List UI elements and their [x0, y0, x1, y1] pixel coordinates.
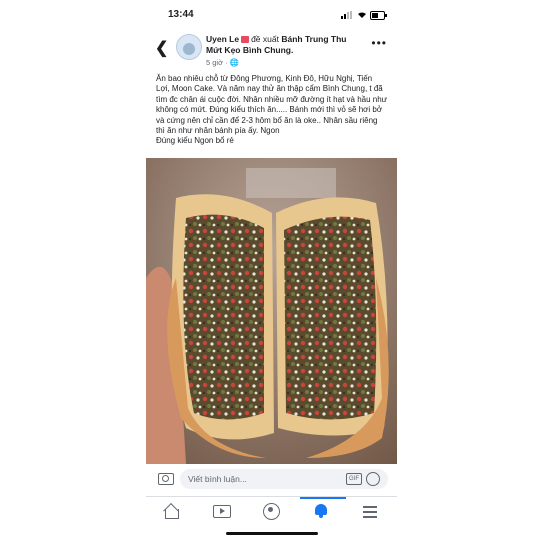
- recommend-action: đề xuất: [251, 34, 279, 44]
- gif-icon[interactable]: GIF: [346, 473, 362, 485]
- video-icon[interactable]: [212, 503, 232, 519]
- phone-screen: 13:44 ❮ Uyen Le đề xuất Bánh Trung Thu Mứ…: [146, 0, 397, 543]
- signal-icon: [341, 11, 353, 19]
- post-text: Ăn bao nhiêu chỗ từ Đông Phương, Kinh Đô…: [156, 74, 388, 146]
- post-author-line: Uyen Le đề xuất Bánh Trung Thu Mứt Kẹo Bì…: [206, 34, 356, 68]
- status-bar: 13:44: [146, 8, 397, 22]
- bottom-tab-bar: [146, 496, 397, 525]
- menu-icon[interactable]: [362, 503, 382, 519]
- avatar[interactable]: [176, 34, 202, 60]
- home-icon[interactable]: [162, 503, 182, 519]
- comment-input[interactable]: Viết bình luận... GIF: [180, 469, 388, 489]
- wifi-icon: [358, 12, 366, 18]
- battery-icon: [370, 11, 387, 20]
- back-icon[interactable]: ❮: [155, 38, 168, 58]
- groups-icon[interactable]: [262, 503, 282, 520]
- recommend-icon: [241, 36, 250, 44]
- author-name[interactable]: Uyen Le: [206, 34, 239, 44]
- home-indicator: [226, 532, 318, 535]
- camera-icon[interactable]: [158, 473, 174, 485]
- globe-icon: 🌐: [229, 58, 240, 67]
- emoji-icon[interactable]: [366, 472, 380, 486]
- more-options-icon[interactable]: •••: [371, 36, 387, 50]
- status-time: 13:44: [168, 9, 194, 20]
- post-photo[interactable]: [146, 158, 397, 464]
- post-meta: 5 giờ · 🌐: [206, 58, 240, 67]
- comment-bar: Viết bình luận... GIF: [146, 468, 397, 492]
- active-tab-indicator: [300, 497, 346, 499]
- post-header: ❮ Uyen Le đề xuất Bánh Trung Thu Mứt Kẹo …: [146, 30, 397, 70]
- notifications-icon[interactable]: [312, 503, 332, 519]
- comment-placeholder: Viết bình luận...: [188, 474, 247, 484]
- post-time: 5 giờ: [206, 58, 224, 67]
- mooncake-image: [146, 158, 397, 464]
